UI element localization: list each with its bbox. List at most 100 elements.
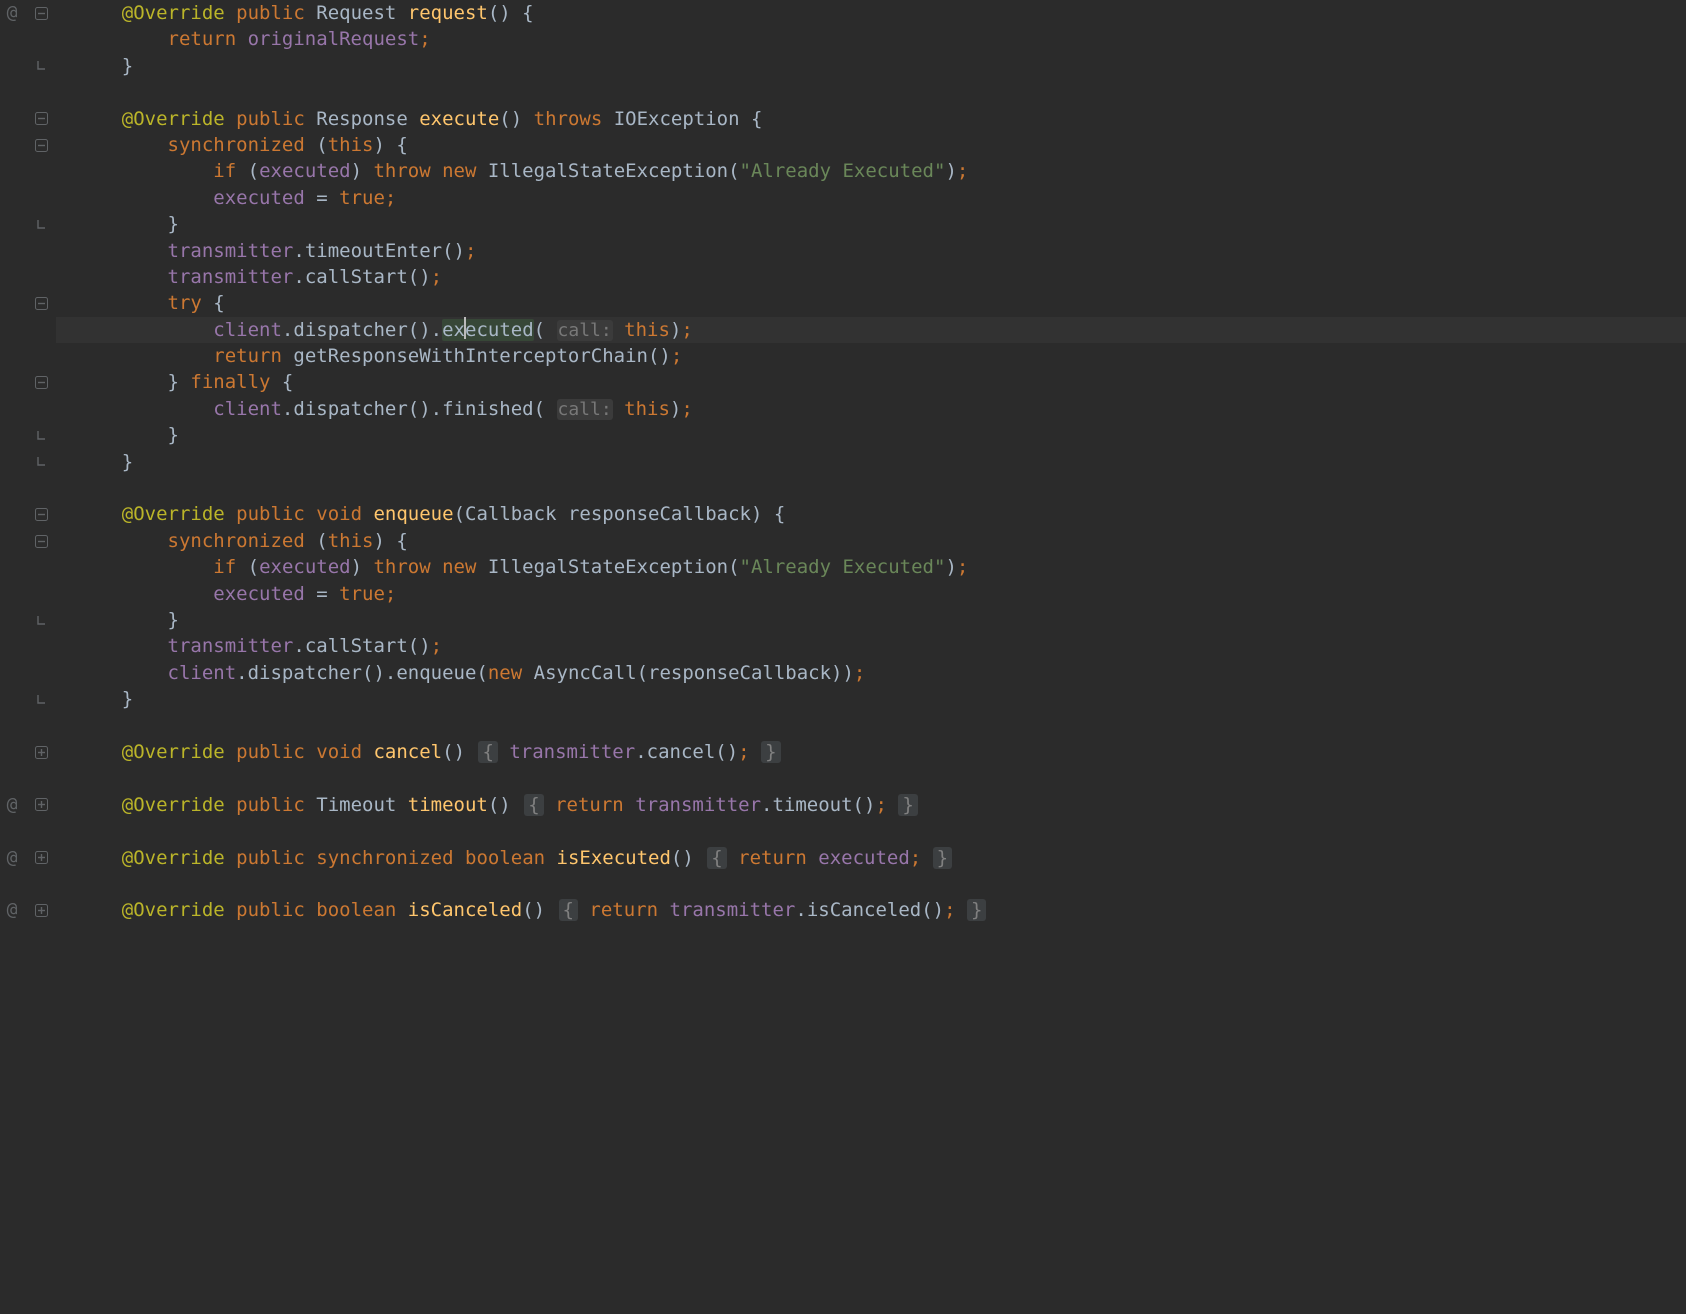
code-line[interactable]: @Override public void enqueue(Callback r… [56,501,1686,527]
gutter-row [0,158,56,184]
fold-end-icon [34,217,48,231]
fold-expand-icon[interactable] [34,745,48,759]
gutter-row [0,369,56,395]
fold-end-icon [34,692,48,706]
code-line[interactable]: } [56,53,1686,79]
gutter-row [0,211,56,237]
code-line-folded[interactable]: @Override public void cancel() { transmi… [56,739,1686,765]
code-line[interactable]: client.dispatcher().finished( call: this… [56,396,1686,422]
gutter-row [0,396,56,422]
fold-collapse-icon[interactable] [34,534,48,548]
gutter-row: @ [0,845,56,871]
fold-end-icon [34,455,48,469]
fold-placeholder-open[interactable]: { [559,899,578,921]
code-line[interactable]: synchronized (this) { [56,132,1686,158]
fold-placeholder-open[interactable]: { [524,794,543,816]
gutter-row [0,106,56,132]
code-line[interactable] [56,475,1686,501]
gutter-row [0,660,56,686]
gutter-row [0,686,56,712]
fold-collapse-icon[interactable] [34,6,48,20]
code-line[interactable]: synchronized (this) { [56,528,1686,554]
fold-placeholder-close[interactable]: } [761,741,780,763]
gutter-row [0,633,56,659]
code-area[interactable]: @Override public Request request() { ret… [56,0,1686,1314]
gutter-row [0,449,56,475]
fold-placeholder-close[interactable]: } [967,899,986,921]
code-line[interactable]: transmitter.timeoutEnter(); [56,238,1686,264]
code-line[interactable]: return getResponseWithInterceptorChain()… [56,343,1686,369]
code-line[interactable] [56,713,1686,739]
code-line[interactable]: } [56,686,1686,712]
text-cursor [464,317,466,339]
gutter-override-icon[interactable]: @ [2,0,22,26]
gutter-row [0,317,56,343]
gutter-row [0,581,56,607]
gutter-row [0,343,56,369]
gutter: @ @ @ @ [0,0,56,1314]
gutter-row [0,554,56,580]
gutter-row [0,713,56,739]
fold-collapse-icon[interactable] [34,508,48,522]
code-line-current[interactable]: client.dispatcher().executed( call: this… [56,317,1686,343]
gutter-row [0,475,56,501]
code-line-folded[interactable]: @Override public boolean isCanceled() { … [56,897,1686,923]
gutter-override-icon[interactable]: @ [2,845,22,871]
fold-expand-icon[interactable] [34,851,48,865]
code-line[interactable]: client.dispatcher().enqueue(new AsyncCal… [56,660,1686,686]
fold-collapse-icon[interactable] [34,376,48,390]
code-line[interactable]: if (executed) throw new IllegalStateExce… [56,158,1686,184]
code-line[interactable] [56,79,1686,105]
code-line[interactable]: } [56,607,1686,633]
gutter-row [0,132,56,158]
code-line[interactable]: return originalRequest; [56,26,1686,52]
gutter-row [0,53,56,79]
gutter-override-icon[interactable]: @ [2,792,22,818]
code-line[interactable] [56,871,1686,897]
gutter-row [0,422,56,448]
code-line[interactable]: transmitter.callStart(); [56,633,1686,659]
gutter-row [0,818,56,844]
code-line[interactable]: } [56,211,1686,237]
gutter-row [0,238,56,264]
code-line[interactable]: transmitter.callStart(); [56,264,1686,290]
gutter-row [0,290,56,316]
fold-placeholder-open[interactable]: { [707,847,726,869]
code-line[interactable]: @Override public Response execute() thro… [56,106,1686,132]
fold-expand-icon[interactable] [34,798,48,812]
gutter-row [0,26,56,52]
gutter-row [0,185,56,211]
fold-placeholder-close[interactable]: } [933,847,952,869]
code-line-folded[interactable]: @Override public synchronized boolean is… [56,845,1686,871]
code-line[interactable]: @Override public Request request() { [56,0,1686,26]
fold-expand-icon[interactable] [34,903,48,917]
code-line[interactable]: } [56,449,1686,475]
fold-end-icon [34,428,48,442]
code-editor[interactable]: @ @ @ @ @Override public Request request() … [0,0,1686,1314]
gutter-override-icon[interactable]: @ [2,897,22,923]
code-line[interactable]: } finally { [56,369,1686,395]
fold-end-icon [34,59,48,73]
code-line[interactable] [56,765,1686,791]
param-hint: call: [557,320,613,341]
fold-collapse-icon[interactable] [34,296,48,310]
code-line[interactable]: if (executed) throw new IllegalStateExce… [56,554,1686,580]
code-line[interactable]: } [56,422,1686,448]
fold-placeholder-open[interactable]: { [478,741,497,763]
gutter-row [0,528,56,554]
param-hint: call: [557,399,613,420]
fold-placeholder-close[interactable]: } [898,794,917,816]
gutter-row [0,79,56,105]
fold-collapse-icon[interactable] [34,112,48,126]
code-line[interactable] [56,818,1686,844]
code-line[interactable]: executed = true; [56,185,1686,211]
code-line[interactable]: executed = true; [56,581,1686,607]
gutter-row: @ [0,792,56,818]
gutter-row: @ [0,0,56,26]
gutter-row [0,739,56,765]
code-line-folded[interactable]: @Override public Timeout timeout() { ret… [56,792,1686,818]
code-line[interactable]: try { [56,290,1686,316]
fold-collapse-icon[interactable] [34,138,48,152]
gutter-row [0,501,56,527]
gutter-row: @ [0,897,56,923]
